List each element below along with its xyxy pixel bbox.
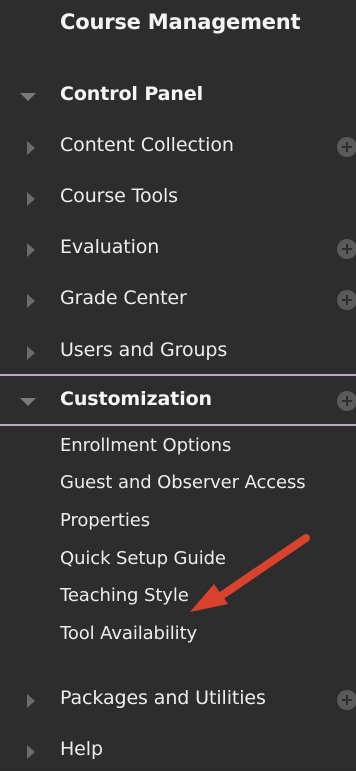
expand-triangle-icon[interactable] [27, 745, 35, 759]
menu-item-content-collection[interactable]: Content Collection [0, 127, 356, 167]
expand-triangle-icon[interactable] [27, 243, 35, 257]
menu-item-label: Course Tools [60, 185, 178, 207]
arrow-shaft [214, 534, 310, 602]
course-management-panel: Course Management Control Panel Content … [0, 0, 356, 769]
menu-item-label: Packages and Utilities [60, 687, 266, 709]
submenu-item-enrollment-options[interactable]: Enrollment Options [60, 435, 231, 456]
expand-triangle-icon[interactable] [27, 294, 35, 308]
menu-item-users-and-groups[interactable]: Users and Groups [0, 332, 356, 372]
menu-item-label: Grade Center [60, 287, 187, 309]
expand-triangle-icon[interactable] [27, 694, 35, 708]
menu-item-packages-and-utilities[interactable]: Packages and Utilities [0, 680, 356, 720]
customization-label: Customization [60, 388, 212, 410]
collapse-triangle-icon[interactable] [20, 93, 36, 101]
menu-item-evaluation[interactable]: Evaluation [0, 229, 356, 269]
add-circle-icon[interactable] [337, 137, 356, 157]
expand-triangle-icon[interactable] [27, 192, 35, 206]
submenu-item-guest-observer-access[interactable]: Guest and Observer Access [60, 472, 306, 493]
arrow-head [190, 584, 228, 612]
add-circle-icon[interactable] [337, 239, 356, 259]
add-circle-icon[interactable] [337, 690, 356, 710]
submenu-item-properties[interactable]: Properties [60, 510, 150, 531]
control-panel-header[interactable]: Control Panel [0, 76, 356, 116]
menu-item-label: Help [60, 738, 103, 760]
submenu-item-teaching-style[interactable]: Teaching Style [60, 585, 189, 606]
expand-triangle-icon[interactable] [27, 346, 35, 360]
control-panel-label: Control Panel [60, 83, 204, 105]
menu-item-course-tools[interactable]: Course Tools [0, 178, 356, 218]
menu-item-label: Evaluation [60, 236, 160, 258]
submenu-item-tool-availability[interactable]: Tool Availability [60, 623, 197, 644]
menu-item-label: Users and Groups [60, 339, 228, 361]
panel-title: Course Management [60, 10, 301, 34]
expand-triangle-icon[interactable] [27, 141, 35, 155]
submenu-item-quick-setup-guide[interactable]: Quick Setup Guide [60, 548, 226, 569]
customization-header[interactable]: Customization [0, 381, 356, 421]
add-circle-icon[interactable] [337, 391, 356, 411]
collapse-triangle-icon[interactable] [20, 398, 36, 406]
add-circle-icon[interactable] [337, 290, 356, 310]
menu-item-help[interactable]: Help [0, 731, 356, 771]
menu-item-grade-center[interactable]: Grade Center [0, 280, 356, 320]
menu-item-label: Content Collection [60, 134, 234, 156]
